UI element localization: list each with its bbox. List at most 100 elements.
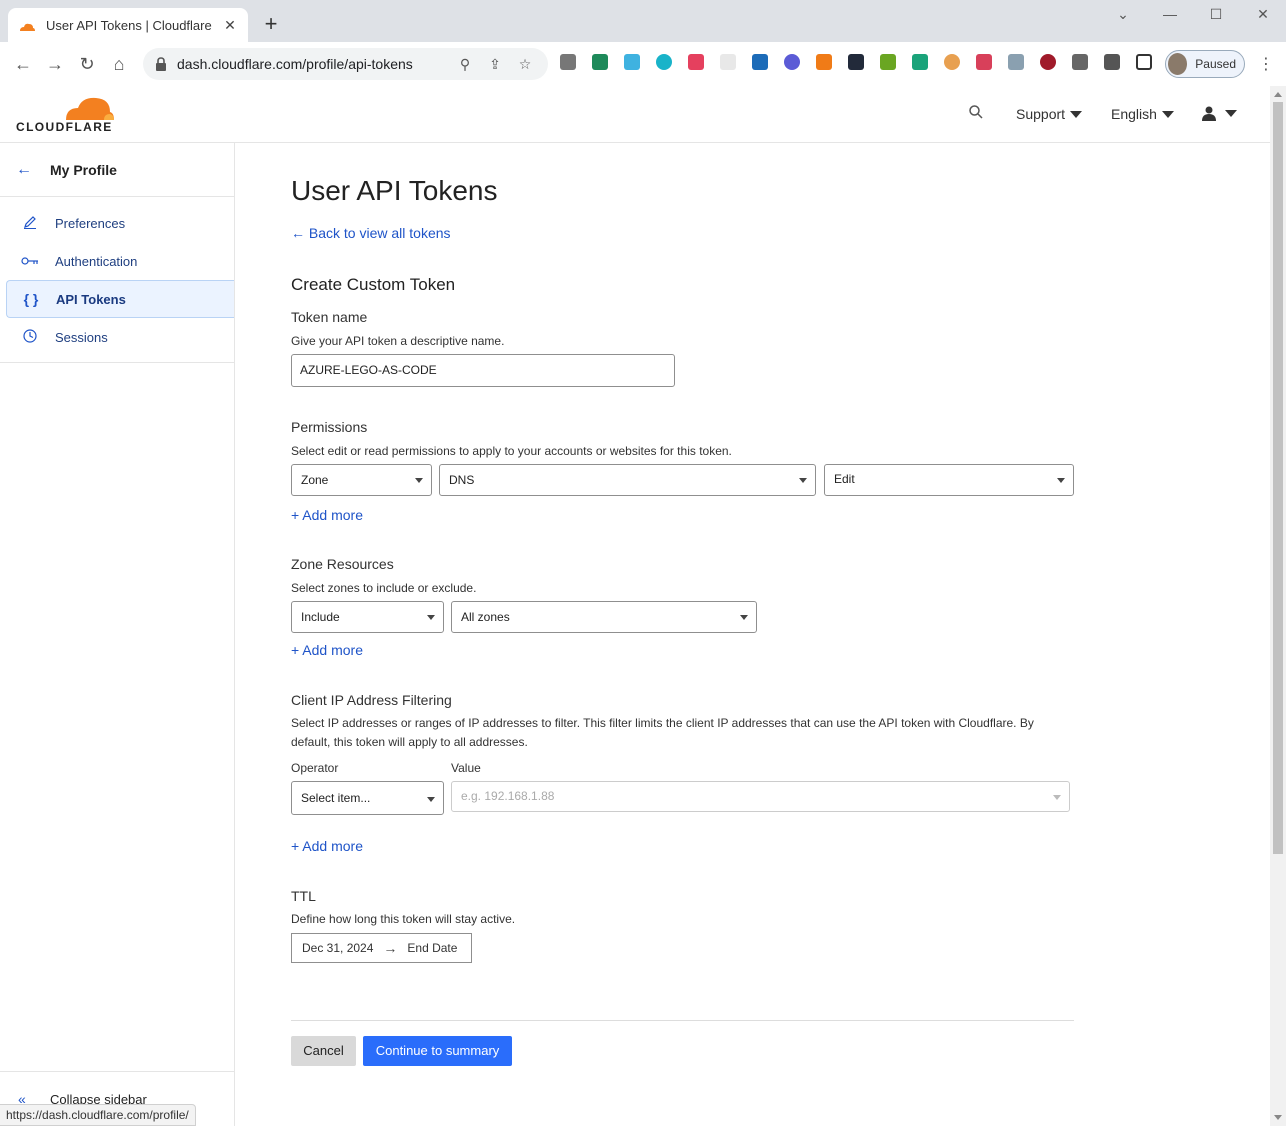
browser-tab[interactable]: User API Tokens | Cloudflare ✕ bbox=[8, 8, 248, 42]
logo-text: CLOUDFLARE bbox=[16, 120, 113, 134]
end-date[interactable]: End Date bbox=[407, 941, 457, 955]
sidebar-item-authentication[interactable]: Authentication bbox=[0, 242, 234, 280]
reload-icon[interactable]: ↻ bbox=[72, 49, 102, 79]
permission-scope-select[interactable]: Zone bbox=[291, 464, 432, 496]
support-label: Support bbox=[1016, 106, 1066, 122]
extension-icon[interactable] bbox=[784, 54, 800, 70]
pencil-icon bbox=[20, 215, 40, 232]
permissions-label: Permissions bbox=[291, 419, 368, 435]
extension-icon[interactable] bbox=[592, 54, 608, 70]
add-more-permissions-button[interactable]: + Add more bbox=[291, 507, 363, 523]
side-panel-icon[interactable] bbox=[1136, 54, 1152, 70]
select-value: All zones bbox=[461, 610, 510, 624]
cloudflare-logo[interactable]: CLOUDFLARE bbox=[16, 94, 116, 134]
back-arrow-icon[interactable]: ← bbox=[8, 49, 38, 79]
star-icon[interactable]: ☆ bbox=[514, 56, 536, 73]
support-menu[interactable]: Support bbox=[1016, 106, 1083, 122]
forward-arrow-icon[interactable]: → bbox=[40, 49, 70, 79]
add-more-zones-button[interactable]: + Add more bbox=[291, 642, 363, 658]
braces-icon: { } bbox=[23, 291, 39, 307]
chevron-down-icon bbox=[799, 478, 807, 483]
sidebar-title: My Profile bbox=[50, 161, 117, 178]
chevron-down-icon bbox=[415, 478, 423, 483]
ttl-date-range[interactable]: Dec 31, 2024 → End Date bbox=[291, 933, 472, 963]
ttl-label: TTL bbox=[291, 888, 316, 904]
browser-chrome: User API Tokens | Cloudflare ✕ + ⌄ — ☐ ✕… bbox=[0, 0, 1286, 86]
permissions-help: Select edit or read permissions to apply… bbox=[291, 444, 732, 458]
window-close-icon[interactable]: ✕ bbox=[1248, 6, 1278, 26]
operator-select[interactable]: Select item... bbox=[291, 781, 444, 815]
lock-icon bbox=[155, 57, 167, 71]
continue-to-summary-button[interactable]: Continue to summary bbox=[363, 1036, 512, 1066]
user-menu[interactable] bbox=[1201, 105, 1237, 121]
extension-icon[interactable] bbox=[976, 54, 992, 70]
caret-down-icon bbox=[1161, 110, 1174, 118]
sidebar-item-sessions[interactable]: Sessions bbox=[0, 318, 234, 356]
sidebar-item-label: Authentication bbox=[55, 253, 138, 269]
sidebar-item-preferences[interactable]: Preferences bbox=[0, 204, 234, 242]
extension-icon[interactable] bbox=[816, 54, 832, 70]
grid-icon[interactable] bbox=[1072, 54, 1088, 70]
sidebar-item-api-tokens[interactable]: { } API Tokens bbox=[6, 280, 234, 318]
extension-icon[interactable] bbox=[912, 54, 928, 70]
zone-mode-select[interactable]: Include bbox=[291, 601, 444, 633]
cloudflare-favicon-icon bbox=[18, 20, 36, 31]
start-date[interactable]: Dec 31, 2024 bbox=[302, 941, 373, 955]
sidebar-back-button[interactable]: ← My Profile bbox=[0, 143, 234, 197]
tab-title: User API Tokens | Cloudflare bbox=[46, 17, 212, 33]
extension-icon[interactable] bbox=[880, 54, 896, 70]
new-tab-icon[interactable]: + bbox=[260, 13, 282, 36]
scroll-thumb[interactable] bbox=[1273, 102, 1283, 854]
avatar bbox=[1168, 53, 1188, 75]
zone-select[interactable]: All zones bbox=[451, 601, 757, 633]
language-menu[interactable]: English bbox=[1111, 106, 1174, 122]
language-label: English bbox=[1111, 106, 1157, 122]
ip-filtering-help: Select IP addresses or ranges of IP addr… bbox=[291, 716, 1034, 749]
add-more-ip-button[interactable]: + Add more bbox=[291, 838, 363, 854]
clock-icon bbox=[20, 328, 40, 346]
permission-access-select[interactable]: Edit bbox=[824, 464, 1074, 496]
more-menu-icon[interactable]: ⋮ bbox=[1258, 54, 1274, 74]
zoom-icon[interactable]: ⚲ bbox=[454, 56, 476, 73]
permission-resource-select[interactable]: DNS bbox=[439, 464, 816, 496]
cancel-button[interactable]: Cancel bbox=[291, 1036, 356, 1066]
token-name-input[interactable]: AZURE-LEGO-AS-CODE bbox=[291, 354, 675, 387]
puzzle-icon[interactable] bbox=[1104, 54, 1120, 70]
scroll-up-icon[interactable] bbox=[1274, 92, 1282, 97]
home-icon[interactable]: ⌂ bbox=[104, 49, 134, 79]
add-more-label: Add more bbox=[302, 642, 363, 658]
extension-icon[interactable] bbox=[560, 54, 576, 70]
pocket-icon[interactable] bbox=[688, 54, 704, 70]
maximize-icon[interactable]: ☐ bbox=[1201, 6, 1231, 26]
scroll-down-icon[interactable] bbox=[1274, 1115, 1282, 1120]
chevron-down-icon bbox=[427, 615, 435, 620]
extension-icon[interactable] bbox=[752, 54, 768, 70]
back-to-tokens-link[interactable]: ← Back to view all tokens bbox=[291, 225, 451, 241]
search-icon[interactable] bbox=[968, 104, 984, 120]
address-bar[interactable]: dash.cloudflare.com/profile/api-tokens ⚲… bbox=[143, 48, 548, 80]
share-icon[interactable]: ⇪ bbox=[484, 56, 506, 73]
site-header: CLOUDFLARE Support English bbox=[0, 86, 1270, 143]
add-more-label: Add more bbox=[302, 838, 363, 854]
extension-icon[interactable] bbox=[1040, 54, 1056, 70]
extension-icon[interactable] bbox=[624, 54, 640, 70]
caret-down-icon bbox=[1225, 109, 1237, 117]
ip-value-input[interactable]: e.g. 192.168.1.88 bbox=[451, 781, 1070, 812]
tab-close-icon[interactable]: ✕ bbox=[222, 17, 238, 33]
extension-icon[interactable] bbox=[720, 54, 736, 70]
chevron-down-icon[interactable]: ⌄ bbox=[1108, 6, 1138, 26]
page-scrollbar[interactable] bbox=[1270, 86, 1286, 1126]
chevron-down-icon bbox=[427, 797, 435, 802]
extension-icon[interactable] bbox=[944, 54, 960, 70]
minimize-icon[interactable]: — bbox=[1155, 6, 1185, 26]
select-value: Include bbox=[301, 610, 340, 624]
extension-icon[interactable] bbox=[656, 54, 672, 70]
extensions-bar bbox=[560, 54, 1160, 70]
zone-resources-help: Select zones to include or exclude. bbox=[291, 581, 477, 595]
form-title: Create Custom Token bbox=[291, 275, 456, 294]
react-icon[interactable] bbox=[848, 54, 864, 70]
profile-button[interactable]: Paused bbox=[1165, 50, 1245, 78]
sidebar-item-label: Preferences bbox=[55, 215, 126, 231]
plus-icon: + bbox=[291, 642, 303, 658]
extension-icon[interactable] bbox=[1008, 54, 1024, 70]
